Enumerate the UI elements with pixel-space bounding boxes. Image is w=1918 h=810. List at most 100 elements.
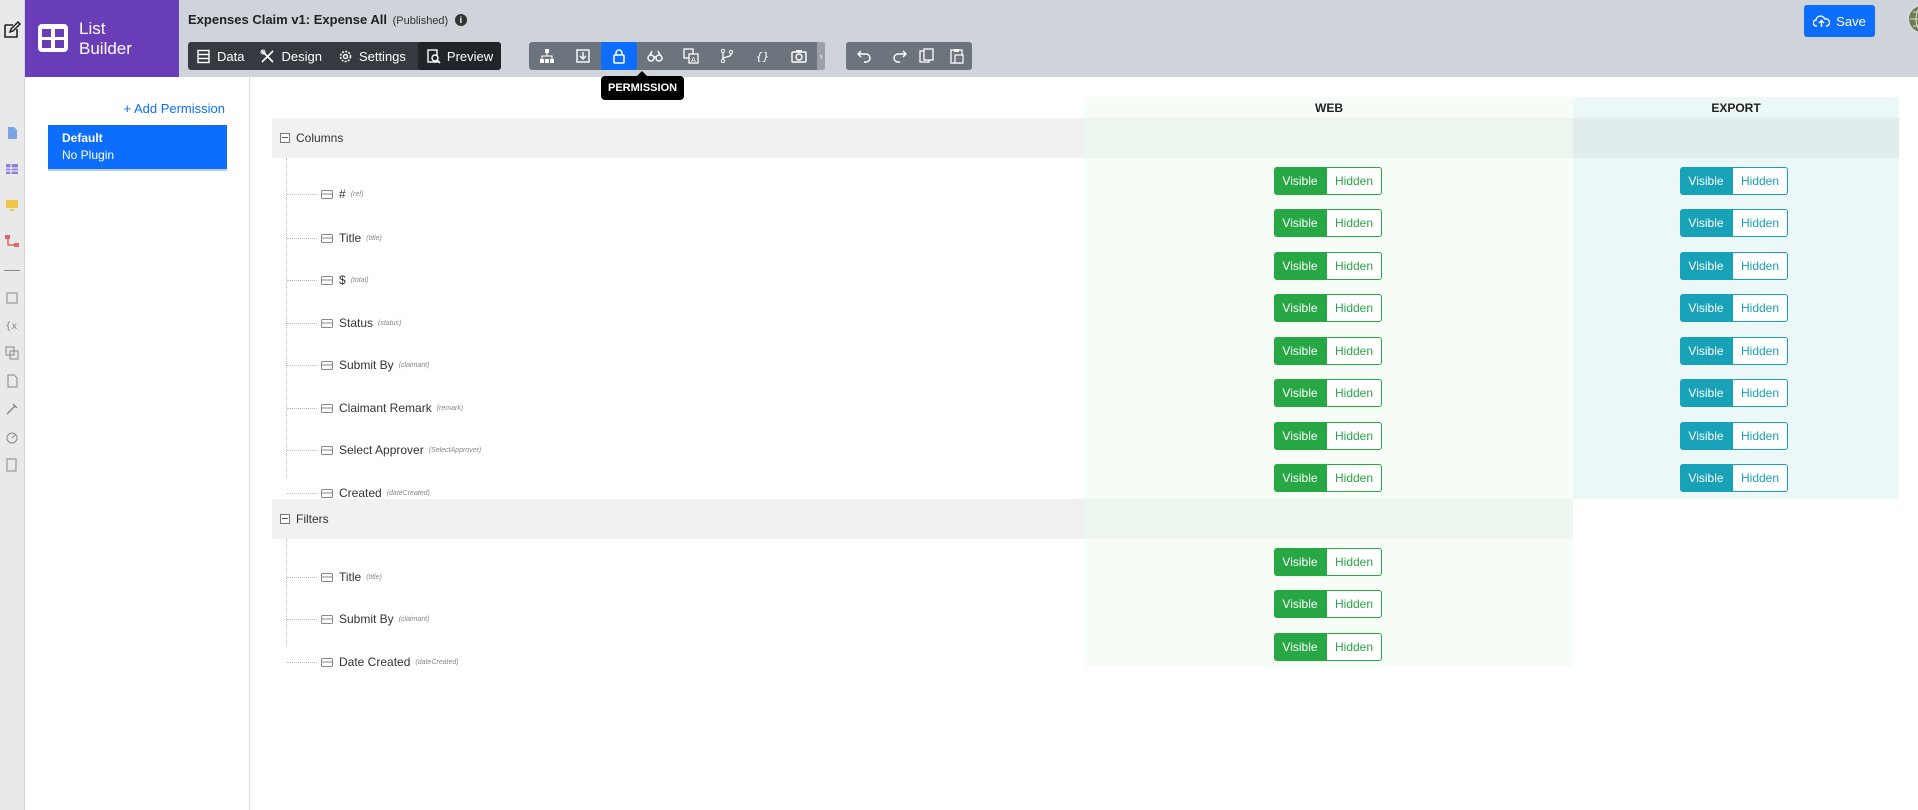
web-toggle: Visible Hidden [1274, 422, 1382, 450]
web-column-header: WEB [1315, 101, 1343, 115]
field-key: (claimant) [398, 615, 430, 623]
hidden-button[interactable]: Hidden [1732, 379, 1788, 407]
add-permission-link[interactable]: + Add Permission [123, 101, 225, 116]
avatar[interactable] [1907, 4, 1918, 34]
nav-settings-button[interactable]: Settings [330, 42, 414, 70]
list-builder-icon [38, 24, 68, 52]
visible-button[interactable]: Visible [1274, 209, 1326, 237]
hidden-button[interactable]: Hidden [1326, 590, 1382, 618]
visible-button[interactable]: Visible [1274, 464, 1326, 492]
web-toggle: Visible Hidden [1274, 548, 1382, 576]
edit-icon[interactable] [2, 20, 22, 40]
visible-button[interactable]: Visible [1274, 590, 1326, 618]
visible-button[interactable]: Visible [1274, 337, 1326, 365]
hidden-button[interactable]: Hidden [1732, 337, 1788, 365]
save-button[interactable]: Save [1804, 5, 1875, 37]
hidden-button[interactable]: Hidden [1326, 633, 1382, 661]
web-toggle: Visible Hidden [1274, 464, 1382, 492]
visible-button[interactable]: Visible [1274, 167, 1326, 195]
camera-icon[interactable] [781, 42, 817, 70]
hidden-button[interactable]: Hidden [1326, 294, 1382, 322]
visible-button[interactable]: Visible [1680, 252, 1732, 280]
hidden-button[interactable]: Hidden [1326, 464, 1382, 492]
cloud-upload-icon [1813, 15, 1831, 27]
hidden-button[interactable]: Hidden [1732, 294, 1788, 322]
permission-item-default[interactable]: Default No Plugin [48, 125, 227, 171]
visible-button[interactable]: Visible [1274, 633, 1326, 661]
permission-plugin: No Plugin [62, 148, 115, 162]
workflow-icon[interactable] [5, 234, 19, 248]
hidden-button[interactable]: Hidden [1326, 167, 1382, 195]
visible-button[interactable]: Visible [1274, 422, 1326, 450]
translate-icon[interactable]: A [673, 42, 709, 70]
app-logo[interactable]: List Builder [25, 0, 179, 77]
nav-preview-button[interactable]: Preview [417, 42, 502, 70]
table-row: # (ref) [272, 179, 364, 209]
visible-button[interactable]: Visible [1680, 209, 1732, 237]
binoculars-icon[interactable] [637, 42, 673, 70]
lock-icon[interactable] [601, 42, 637, 70]
code-braces-icon[interactable]: {} [745, 42, 781, 70]
visible-button[interactable]: Visible [1680, 379, 1732, 407]
document-icon[interactable] [5, 126, 19, 140]
branch-icon[interactable] [709, 42, 745, 70]
toolbar-more-button[interactable]: › [817, 42, 825, 70]
export-toggle: Visible Hidden [1680, 464, 1788, 492]
undo-icon[interactable] [846, 42, 882, 70]
field-key: (total) [350, 276, 369, 284]
visible-button[interactable]: Visible [1274, 294, 1326, 322]
hidden-button[interactable]: Hidden [1326, 252, 1382, 280]
hidden-button[interactable]: Hidden [1732, 209, 1788, 237]
hidden-button[interactable]: Hidden [1732, 167, 1788, 195]
web-toggle: Visible Hidden [1274, 590, 1382, 618]
paste-icon[interactable] [942, 42, 972, 70]
hidden-button[interactable]: Hidden [1732, 464, 1788, 492]
visible-button[interactable]: Visible [1680, 422, 1732, 450]
script-icon[interactable] [5, 458, 19, 472]
table-icon[interactable] [5, 162, 19, 176]
field-icon [321, 233, 333, 243]
plug-icon[interactable] [5, 402, 19, 416]
field-key: (dateCreated) [415, 658, 459, 666]
nav-data-button[interactable]: Data [188, 42, 252, 70]
hidden-button[interactable]: Hidden [1326, 379, 1382, 407]
hidden-button[interactable]: Hidden [1326, 422, 1382, 450]
visible-button[interactable]: Visible [1680, 167, 1732, 195]
monitor-icon[interactable] [5, 198, 19, 212]
hidden-button[interactable]: Hidden [1732, 252, 1788, 280]
info-icon[interactable]: i [454, 14, 467, 26]
hidden-button[interactable]: Hidden [1326, 337, 1382, 365]
hierarchy-icon[interactable] [529, 42, 565, 70]
gauge-icon[interactable] [5, 430, 19, 444]
note-icon[interactable] [5, 291, 19, 305]
file-icon[interactable] [5, 374, 19, 388]
field-icon [321, 445, 333, 455]
visible-button[interactable]: Visible [1274, 252, 1326, 280]
export-toggle: Visible Hidden [1680, 209, 1788, 237]
history-group [846, 42, 918, 70]
export-toggle: Visible Hidden [1680, 167, 1788, 195]
hidden-button[interactable]: Hidden [1732, 422, 1788, 450]
page-title: Expenses Claim v1: Expense All (Publishe… [188, 12, 467, 27]
list-title: Expenses Claim v1: Expense All [188, 12, 387, 27]
visible-button[interactable]: Visible [1680, 337, 1732, 365]
visible-button[interactable]: Visible [1680, 294, 1732, 322]
collapse-icon[interactable] [280, 133, 290, 143]
permission-grid: WEB EXPORT Columns # (ref) Title (title) $… [251, 77, 1918, 810]
import-icon[interactable] [565, 42, 601, 70]
field-name: Created [339, 486, 382, 500]
copy-icon[interactable] [5, 346, 19, 360]
visible-button[interactable]: Visible [1274, 548, 1326, 576]
hidden-button[interactable]: Hidden [1326, 548, 1382, 576]
filters-section: Filters [272, 499, 329, 539]
visible-button[interactable]: Visible [1680, 464, 1732, 492]
field-name: Date Created [339, 655, 411, 669]
field-key: (claimant) [398, 361, 430, 369]
collapse-icon[interactable] [280, 514, 290, 524]
export-toggle: Visible Hidden [1680, 337, 1788, 365]
nav-design-button[interactable]: Design [252, 42, 329, 70]
copy-icon[interactable] [912, 42, 942, 70]
visible-button[interactable]: Visible [1274, 379, 1326, 407]
hidden-button[interactable]: Hidden [1326, 209, 1382, 237]
variable-icon[interactable]: {x} [5, 318, 19, 332]
